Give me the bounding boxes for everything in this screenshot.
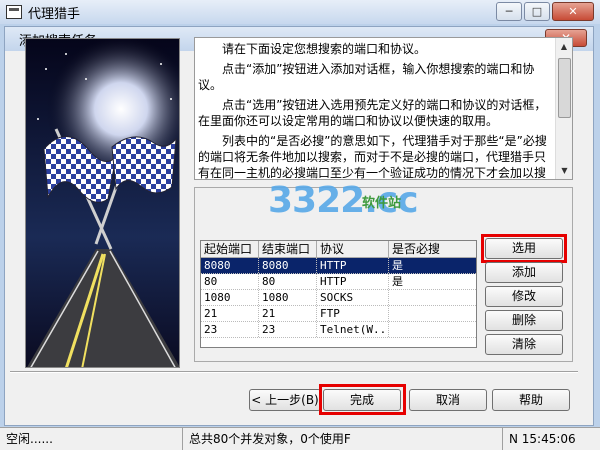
cell-end-port: 21: [259, 306, 317, 321]
table-row[interactable]: 21 21 FTP: [201, 306, 476, 322]
edit-button[interactable]: 修改: [485, 286, 563, 307]
column-header-required[interactable]: 是否必搜: [389, 241, 475, 257]
cell-required: 是: [392, 259, 403, 272]
cell-required: [389, 322, 475, 337]
app-window: 代理猎手 ─ □ ✕ 添加搜索任务 ✕: [0, 0, 600, 450]
table-row[interactable]: 1080 1080 SOCKS: [201, 290, 476, 306]
window-close-button[interactable]: ✕: [552, 2, 594, 21]
instructions-text: 请在下面设定您想搜索的端口和协议。 点击“添加”按钮进入添加对话框，输入你想搜索…: [198, 41, 554, 180]
instruction-paragraph: 点击“添加”按钮进入添加对话框，输入你想搜索的端口和协议。: [198, 62, 535, 92]
cell-start-port: 8080: [201, 258, 259, 273]
clear-button[interactable]: 清除: [485, 334, 563, 355]
table-row[interactable]: 8080 8080 HTTP 是: [201, 258, 476, 274]
port-table[interactable]: 起始端口 结束端口 协议 是否必搜 8080 8080 HTTP 是 80 80…: [200, 240, 477, 348]
watermark-subtitle: 软件站: [362, 196, 402, 211]
help-button[interactable]: 帮助: [492, 389, 570, 411]
app-icon: [6, 5, 22, 19]
cell-start-port: 1080: [201, 290, 259, 305]
cell-required: [389, 290, 475, 305]
cell-protocol: Telnet(W...: [317, 322, 389, 337]
status-bar: 空闲...... 总共80个并发对象，0个使用F N 15:45:06: [0, 427, 600, 450]
column-header-end-port[interactable]: 结束端口: [259, 241, 317, 257]
cell-protocol: HTTP: [317, 258, 389, 273]
status-idle: 空闲......: [0, 428, 183, 450]
cell-required: [389, 306, 475, 321]
instruction-paragraph: 点击“选用”按钮进入选用预先定义好的端口和协议的对话框，在里面你还可以设定常用的…: [198, 98, 547, 128]
table-row[interactable]: 80 80 HTTP 是: [201, 274, 476, 290]
highlight-frame-finish: [319, 384, 406, 415]
scroll-up-icon[interactable]: ▲: [556, 38, 572, 55]
cell-end-port: 1080: [259, 290, 317, 305]
cell-start-port: 80: [201, 274, 259, 289]
instructions-scrollbar[interactable]: ▲ ▼: [555, 38, 572, 179]
cell-end-port: 8080: [259, 258, 317, 273]
instruction-paragraph: 列表中的“是否必搜”的意思如下，代理猎手对于那些“是”必搜的端口将无条件地加以搜…: [198, 134, 547, 180]
footer-separator: [10, 371, 578, 373]
add-button[interactable]: 添加: [485, 262, 563, 283]
minimize-button[interactable]: ─: [496, 2, 522, 21]
back-button[interactable]: < 上一步(B): [249, 389, 321, 411]
cell-protocol: HTTP: [317, 274, 389, 289]
status-connections: 总共80个并发对象，0个使用F: [183, 428, 503, 450]
cell-required: 是: [392, 275, 403, 288]
window-titlebar[interactable]: 代理猎手 ─ □ ✕: [0, 0, 600, 24]
maximize-button[interactable]: □: [524, 2, 550, 21]
window-title: 代理猎手: [28, 6, 81, 22]
cell-start-port: 21: [201, 306, 259, 321]
column-header-start-port[interactable]: 起始端口: [201, 241, 259, 257]
scroll-down-icon[interactable]: ▼: [556, 162, 572, 179]
status-clock: N 15:45:06: [509, 432, 576, 446]
wizard-illustration: [25, 38, 180, 368]
scroll-thumb[interactable]: [558, 58, 571, 118]
cancel-button[interactable]: 取消: [409, 389, 487, 411]
cell-end-port: 23: [259, 322, 317, 337]
highlight-frame-select: [481, 234, 567, 263]
cell-protocol: SOCKS: [317, 290, 389, 305]
instruction-paragraph: 请在下面设定您想搜索的端口和协议。: [222, 42, 427, 56]
cell-start-port: 23: [201, 322, 259, 337]
instructions-panel: 请在下面设定您想搜索的端口和协议。 点击“添加”按钮进入添加对话框，输入你想搜索…: [194, 37, 573, 180]
cell-end-port: 80: [259, 274, 317, 289]
column-header-protocol[interactable]: 协议: [317, 241, 389, 257]
table-row[interactable]: 23 23 Telnet(W...: [201, 322, 476, 338]
delete-button[interactable]: 删除: [485, 310, 563, 331]
table-header: 起始端口 结束端口 协议 是否必搜: [201, 241, 476, 258]
cell-protocol: FTP: [317, 306, 389, 321]
